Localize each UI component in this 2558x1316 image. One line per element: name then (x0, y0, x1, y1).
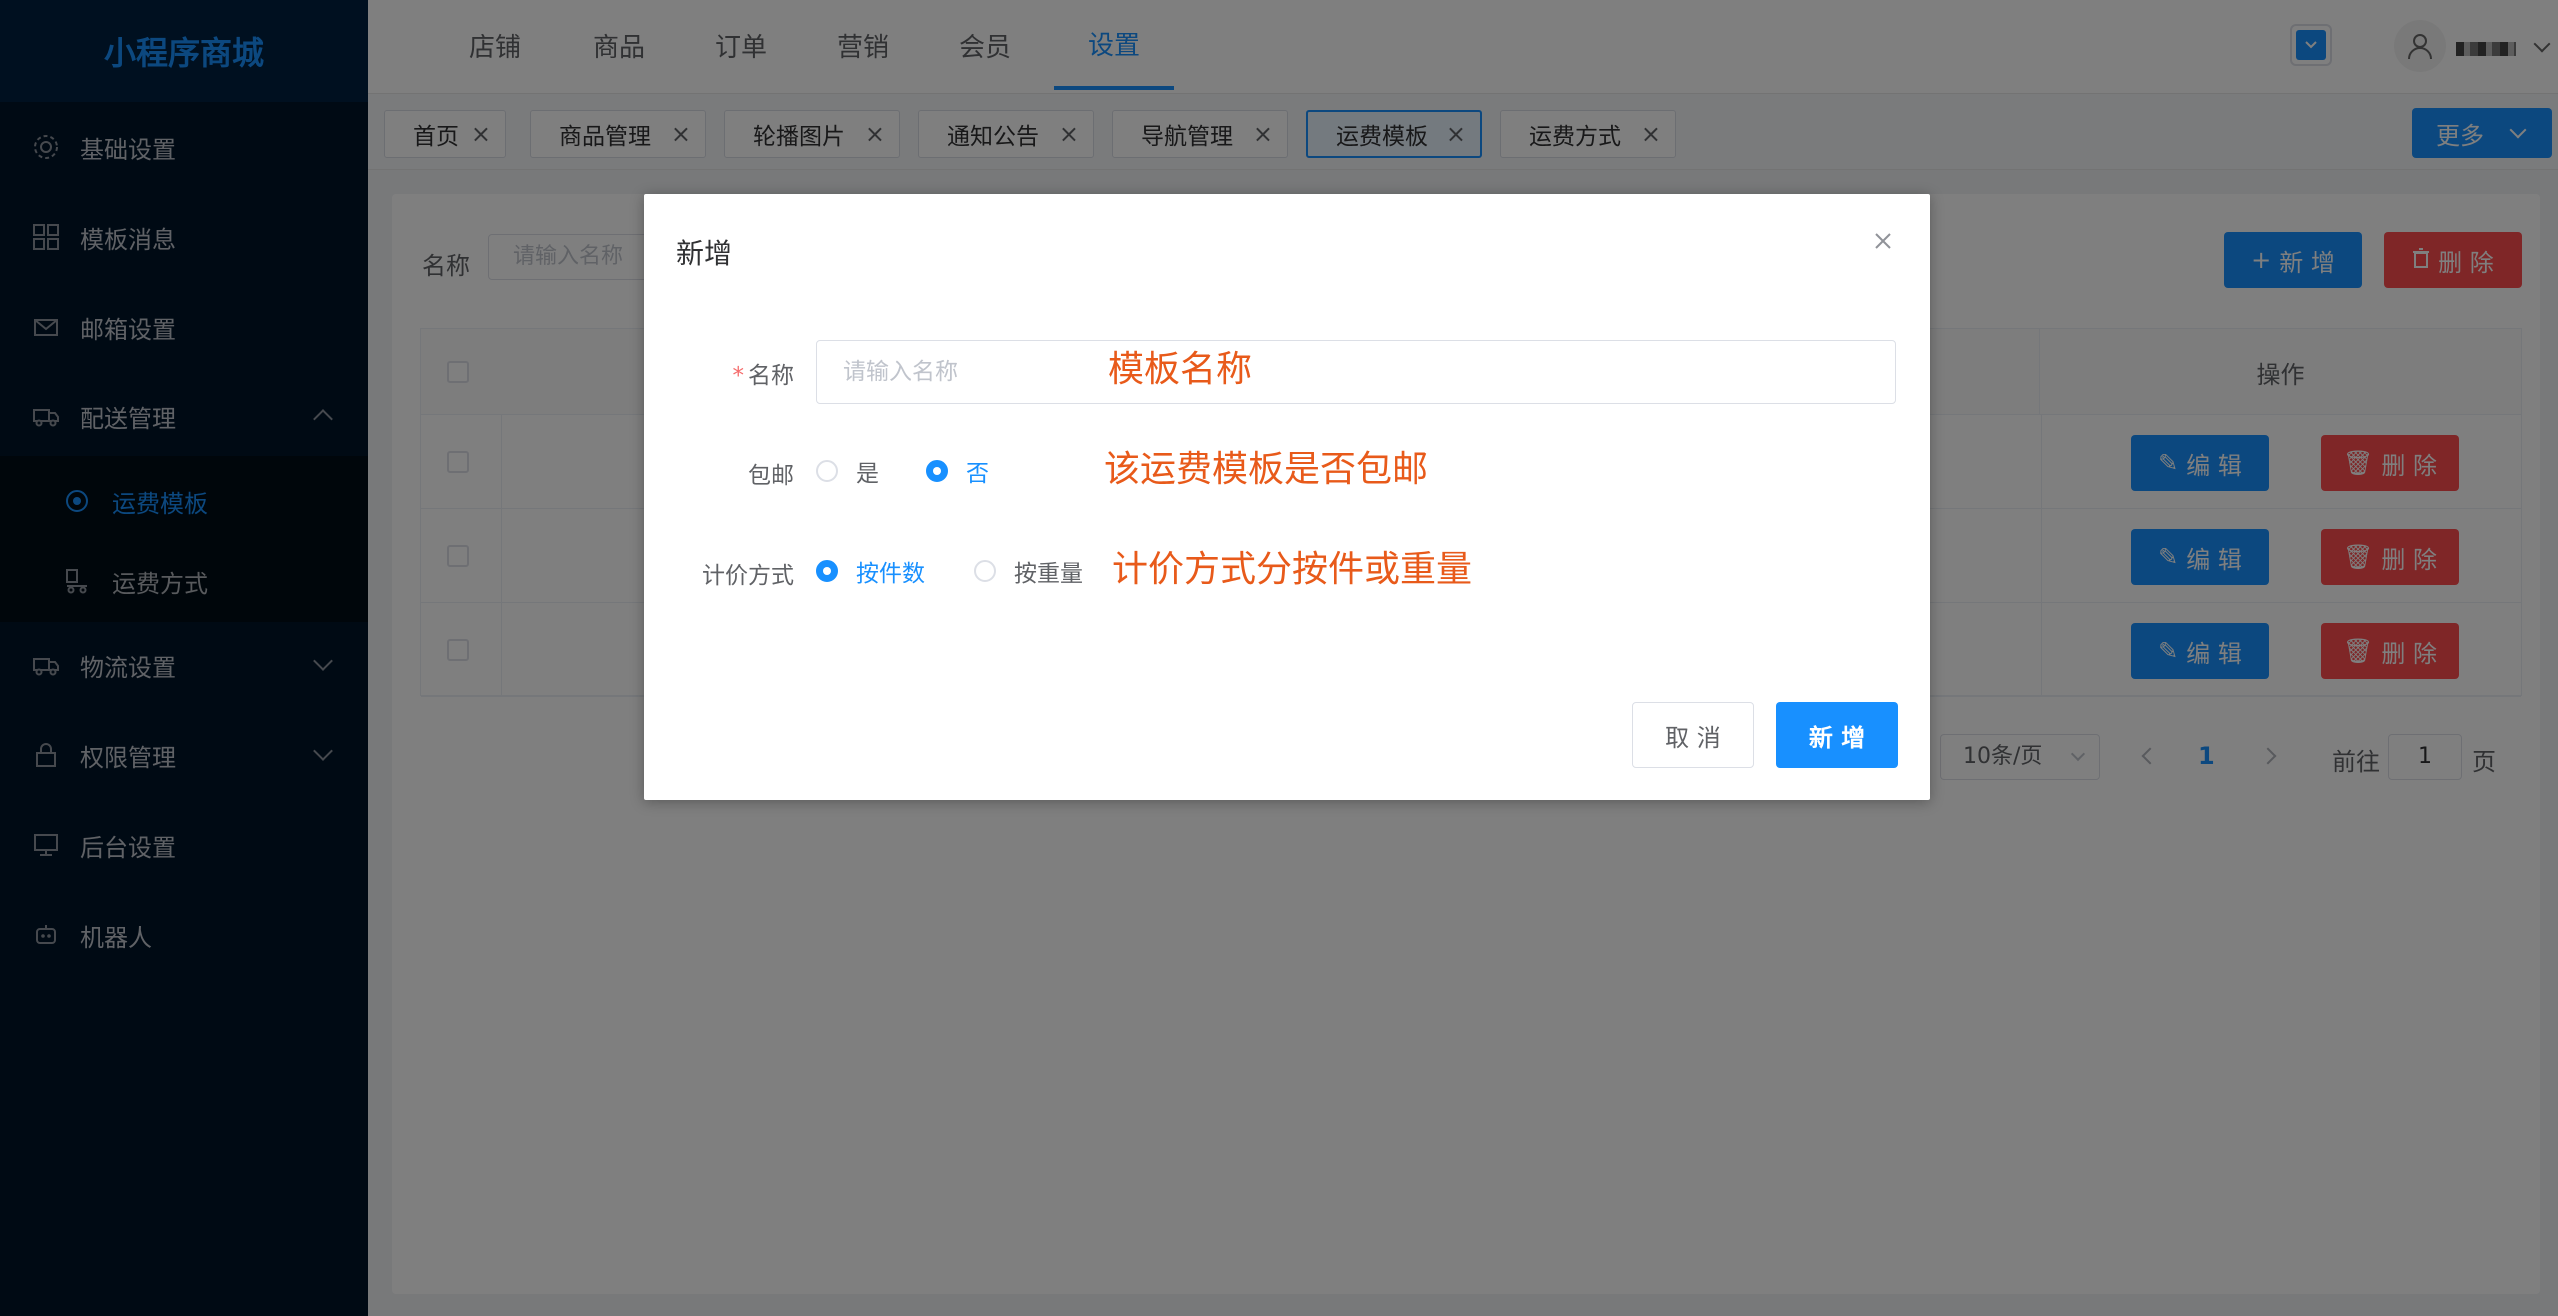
free-shipping-annotation: 该运费模板是否包邮 (1104, 449, 1429, 490)
pricing-by-weight-radio[interactable]: 按重量 (974, 554, 1083, 588)
confirm-add-button[interactable]: 新 增 (1776, 702, 1898, 768)
free-shipping-yes-radio[interactable]: 是 (816, 454, 879, 488)
free-shipping-no-radio[interactable]: 否 (926, 454, 989, 488)
radio-circle (816, 560, 838, 582)
name-label: * 名称 (732, 363, 795, 389)
name-annotation: 模板名称 (1108, 349, 1253, 390)
dialog-title: 新增 (676, 237, 733, 270)
add-dialog: 新增 * 名称 请输入名称 模板名称 包邮 是 否 该运费模板是否包邮 计价方式 … (644, 194, 1930, 800)
cancel-button[interactable]: 取 消 (1632, 702, 1754, 768)
close-icon[interactable] (1866, 224, 1900, 258)
pricing-method-label: 计价方式 (702, 563, 794, 589)
name-input[interactable]: 请输入名称 (816, 340, 1896, 404)
required-mark: * (732, 363, 745, 389)
free-shipping-label: 包邮 (748, 463, 794, 489)
radio-circle (816, 460, 838, 482)
radio-circle (974, 560, 996, 582)
pricing-annotation: 计价方式分按件或重量 (1112, 549, 1473, 590)
pricing-by-count-radio[interactable]: 按件数 (816, 554, 925, 588)
radio-circle (926, 460, 948, 482)
